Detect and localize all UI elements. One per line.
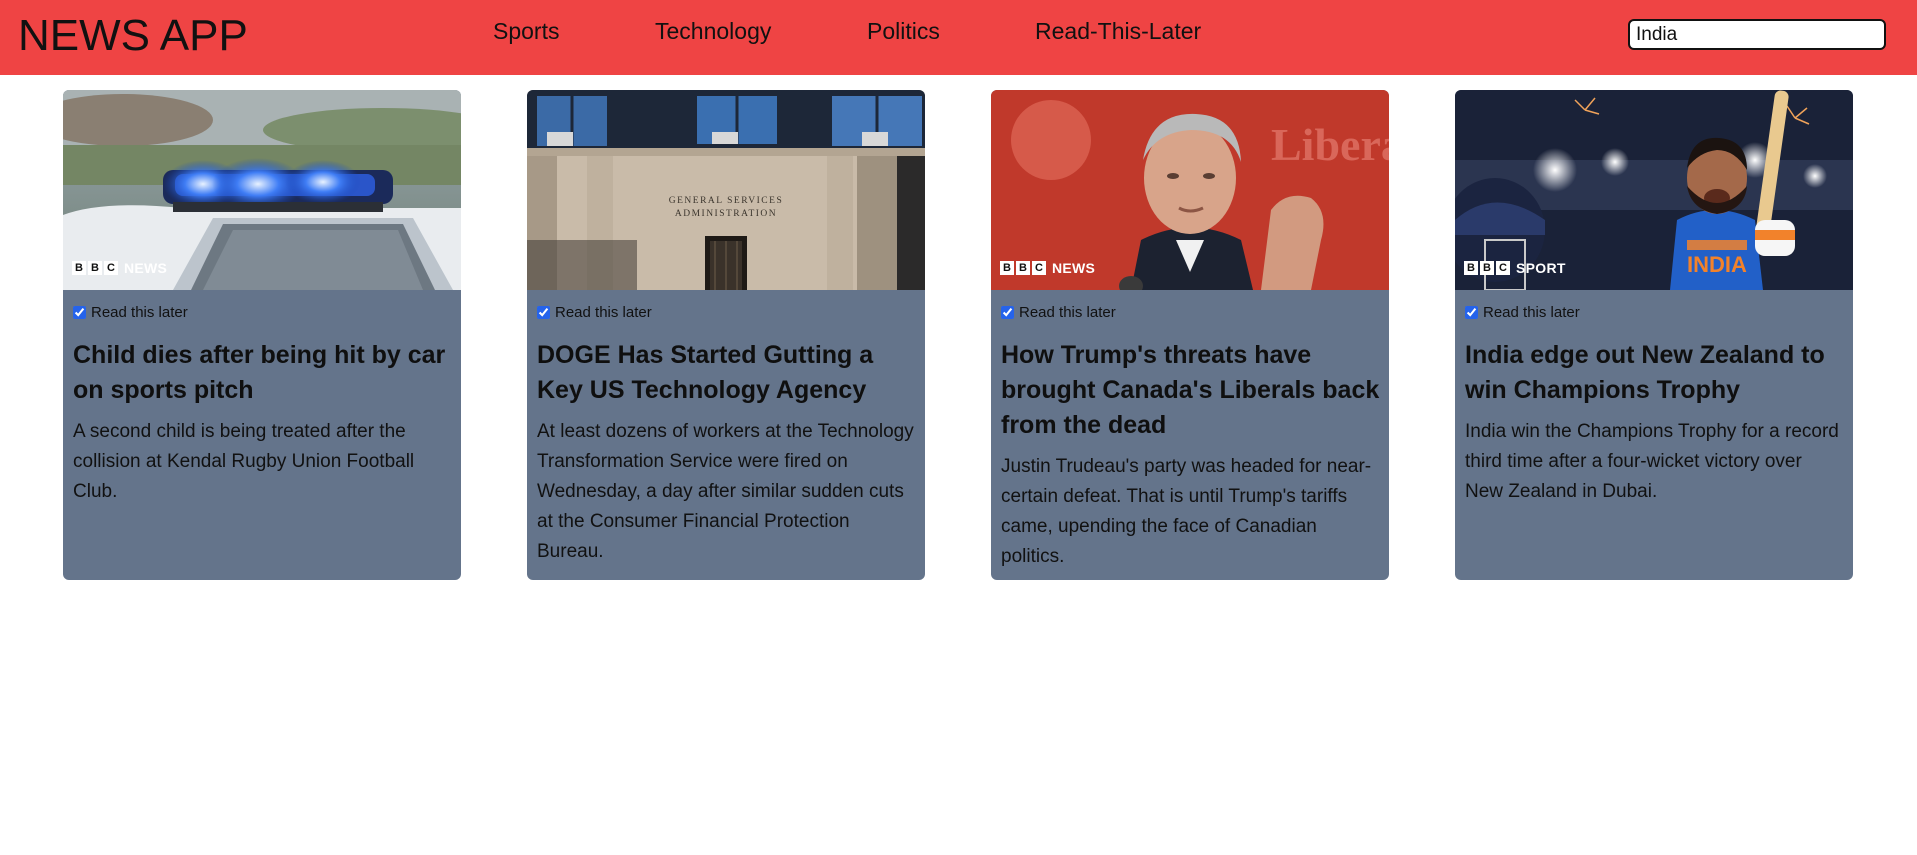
read-later-checkbox[interactable] xyxy=(537,306,550,319)
nav-link-read-this-later[interactable]: Read-This-Later xyxy=(1035,20,1201,43)
article-title[interactable]: DOGE Has Started Gutting a Key US Techno… xyxy=(537,338,917,408)
bbc-news-logo: B B C NEWS xyxy=(72,260,167,276)
read-later-label: Read this later xyxy=(1019,304,1116,321)
news-card[interactable]: Liberal B B C NEWS Read this later How T… xyxy=(991,90,1389,580)
article-description: India win the Champions Trophy for a rec… xyxy=(1465,421,1839,502)
read-later-checkbox[interactable] xyxy=(1001,306,1014,319)
navbar: NEWS APP Sports Technology Politics Read… xyxy=(0,0,1917,75)
article-image[interactable]: Liberal B B C NEWS xyxy=(991,90,1389,290)
read-later-checkbox[interactable] xyxy=(1465,306,1478,319)
article-image[interactable]: B B C NEWS xyxy=(63,90,461,290)
article-description: At least dozens of workers at the Techno… xyxy=(537,421,914,562)
read-later-toggle[interactable]: Read this later xyxy=(1465,304,1580,321)
article-title[interactable]: India edge out New Zealand to win Champi… xyxy=(1465,338,1845,408)
article-title[interactable]: Child dies after being hit by car on spo… xyxy=(73,338,453,408)
nav-link-technology[interactable]: Technology xyxy=(655,20,771,43)
read-later-label: Read this later xyxy=(1483,304,1580,321)
nav-link-politics[interactable]: Politics xyxy=(867,20,940,43)
article-title[interactable]: How Trump's threats have brought Canada'… xyxy=(1001,338,1381,443)
read-later-toggle[interactable]: Read this later xyxy=(73,304,188,321)
building-sign-line-2: ADMINISTRATION xyxy=(675,209,777,219)
backdrop-liberal-text: Liberal xyxy=(1271,119,1389,170)
bbc-news-logo: B B C NEWS xyxy=(1000,260,1095,276)
news-card[interactable]: GENERAL SERVICES ADMINISTRATION Read thi… xyxy=(527,90,925,580)
government-building-icon: GENERAL SERVICES ADMINISTRATION xyxy=(527,90,925,290)
bbc-sport-logo: B B C SPORT xyxy=(1464,260,1566,276)
search-input[interactable] xyxy=(1628,19,1886,50)
article-image[interactable]: INDIA B B C SPORT xyxy=(1455,90,1853,290)
read-later-toggle[interactable]: Read this later xyxy=(537,304,652,321)
jersey-text: INDIA xyxy=(1687,252,1747,277)
article-image[interactable]: GENERAL SERVICES ADMINISTRATION xyxy=(527,90,925,290)
article-description: A second child is being treated after th… xyxy=(73,421,415,502)
read-later-label: Read this later xyxy=(555,304,652,321)
read-later-label: Read this later xyxy=(91,304,188,321)
article-description: Justin Trudeau's party was headed for ne… xyxy=(1001,456,1372,567)
app-title: NEWS APP xyxy=(18,11,248,60)
read-later-checkbox[interactable] xyxy=(73,306,86,319)
read-later-toggle[interactable]: Read this later xyxy=(1001,304,1116,321)
building-sign-line-1: GENERAL SERVICES xyxy=(669,196,783,206)
news-card[interactable]: B B C NEWS Read this later Child dies af… xyxy=(63,90,461,580)
nav-link-sports[interactable]: Sports xyxy=(493,20,559,43)
news-card[interactable]: INDIA B B C SPORT Read this later India … xyxy=(1455,90,1853,580)
